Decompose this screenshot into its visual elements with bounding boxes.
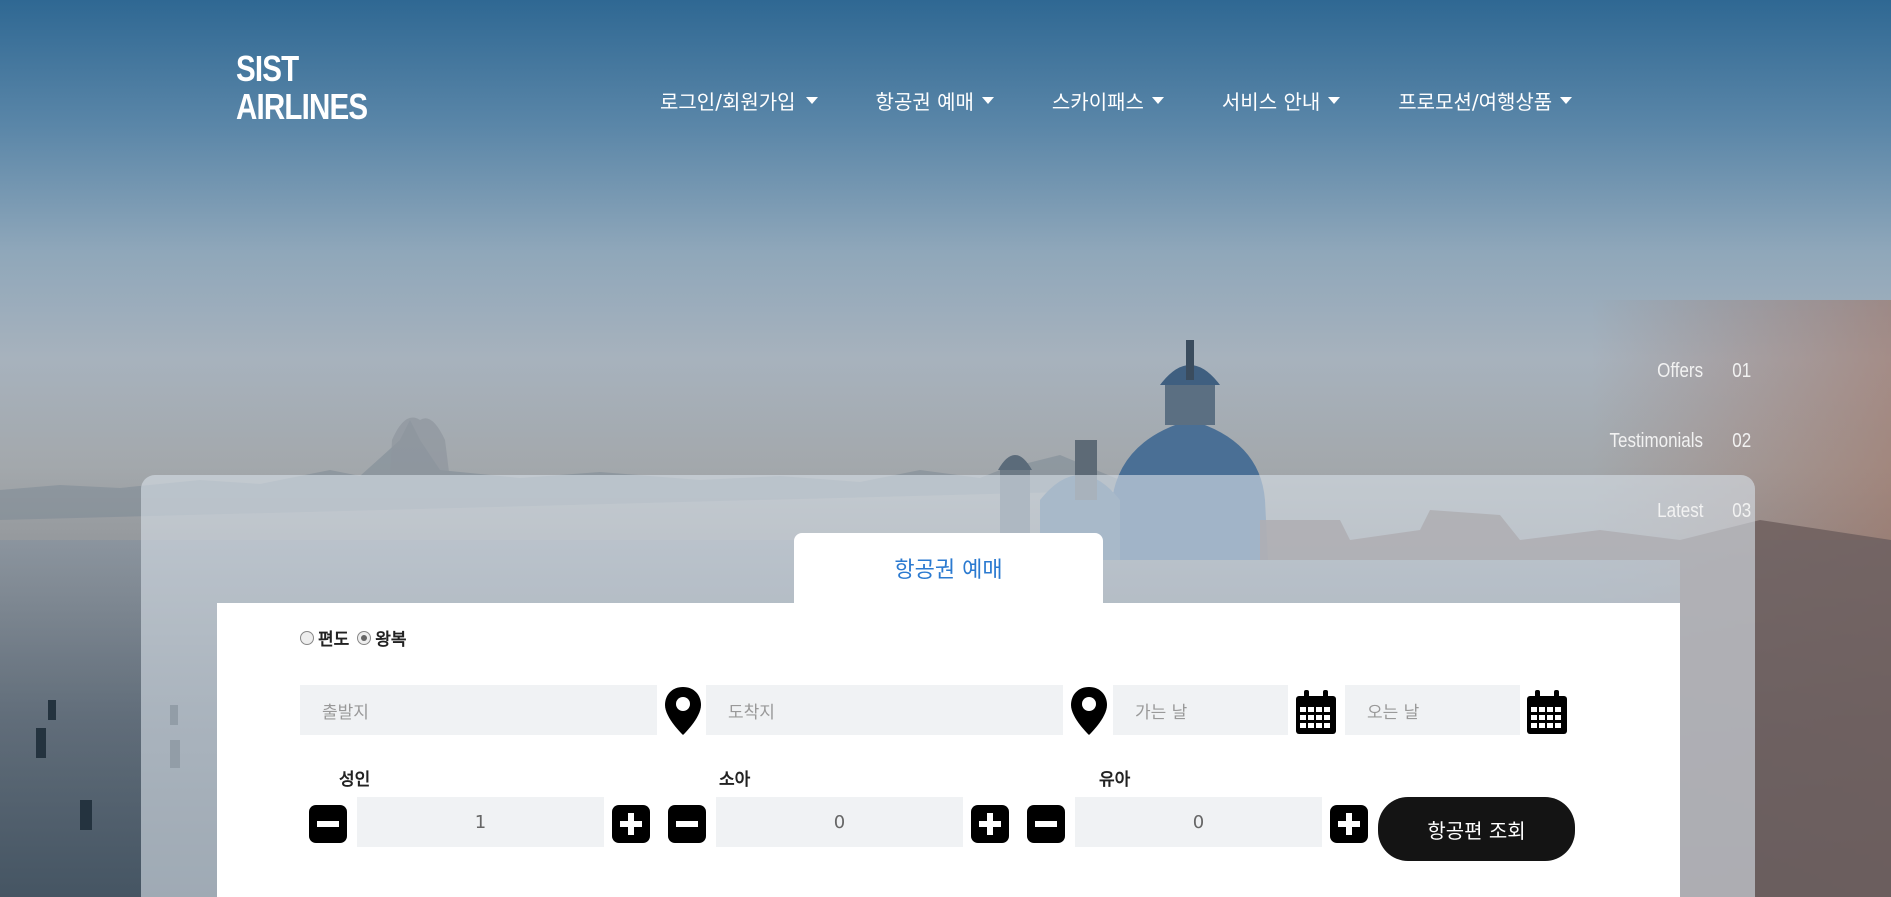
child-count[interactable]: 0 xyxy=(716,797,963,847)
child-minus-button[interactable] xyxy=(668,805,706,843)
round-trip-label: 왕복 xyxy=(375,630,407,650)
calendar-icon[interactable] xyxy=(1295,690,1337,736)
trip-type-selector: 편도 왕복 xyxy=(300,625,415,650)
brand-logo[interactable]: SIST AIRLINES xyxy=(236,48,368,127)
section-number: 01 xyxy=(1732,359,1752,382)
map-pin-icon[interactable] xyxy=(1069,685,1109,737)
nav-promotions[interactable]: 프로모션/여행상품 xyxy=(1398,86,1573,115)
depart-date-input[interactable]: 가는 날 xyxy=(1113,685,1288,735)
adult-plus-button[interactable] xyxy=(612,805,650,843)
caret-down-icon xyxy=(1560,97,1573,104)
caret-down-icon xyxy=(1328,97,1341,104)
main-nav: 로그인/회원가입 항공권 예매 스카이패스 서비스 안내 프로모션/여행상품 xyxy=(660,86,1573,115)
nav-login-signup[interactable]: 로그인/회원가입 xyxy=(660,86,818,115)
search-flights-button[interactable]: 항공편 조회 xyxy=(1378,797,1575,861)
section-link-offers[interactable]: Offers 01 xyxy=(1593,336,1751,406)
section-link-latest[interactable]: Latest 03 xyxy=(1593,476,1752,546)
booking-form: 편도 왕복 출발지 도착지 가는 날 오는 날 성인 소아 유아 1 0 0 항… xyxy=(217,603,1680,897)
caret-down-icon xyxy=(1151,97,1164,104)
section-label: Testimonials xyxy=(1609,429,1703,452)
nav-label: 스카이패스 xyxy=(1051,90,1144,114)
section-label: Offers xyxy=(1657,359,1703,382)
caret-down-icon xyxy=(981,97,994,104)
one-way-radio[interactable] xyxy=(300,630,314,645)
section-indicator: Offers 01 Testimonials 02 Latest 03 xyxy=(1593,336,1751,546)
nav-label: 항공권 예매 xyxy=(875,90,974,114)
caret-down-icon xyxy=(805,97,818,104)
brand-line-1: SIST xyxy=(236,48,299,89)
round-trip-radio[interactable] xyxy=(357,630,372,645)
adult-label: 성인 xyxy=(339,770,371,790)
adult-minus-button[interactable] xyxy=(309,805,347,843)
nav-label: 서비스 안내 xyxy=(1221,90,1321,114)
adult-count[interactable]: 1 xyxy=(357,797,604,847)
calendar-icon[interactable] xyxy=(1526,690,1568,736)
child-plus-button[interactable] xyxy=(971,805,1009,843)
nav-skypass[interactable]: 스카이패스 xyxy=(1052,86,1164,115)
nav-service-info[interactable]: 서비스 안내 xyxy=(1221,86,1341,115)
destination-input[interactable]: 도착지 xyxy=(706,685,1063,735)
return-date-input[interactable]: 오는 날 xyxy=(1345,685,1520,735)
origin-input[interactable]: 출발지 xyxy=(300,685,657,735)
child-label: 소아 xyxy=(719,770,751,790)
map-pin-icon[interactable] xyxy=(663,685,703,737)
brand-line-2: AIRLINES xyxy=(236,86,368,127)
section-number: 02 xyxy=(1732,429,1752,452)
nav-label: 로그인/회원가입 xyxy=(660,90,796,114)
section-label: Latest xyxy=(1656,499,1703,522)
nav-label: 프로모션/여행상품 xyxy=(1398,90,1553,114)
one-way-label: 편도 xyxy=(318,630,350,650)
infant-count[interactable]: 0 xyxy=(1075,797,1322,847)
tab-ticket-booking[interactable]: 항공권 예매 xyxy=(794,533,1103,603)
section-number: 03 xyxy=(1732,499,1752,522)
section-link-testimonials[interactable]: Testimonials 02 xyxy=(1593,406,1751,476)
infant-label: 유아 xyxy=(1099,770,1131,790)
nav-ticket-booking[interactable]: 항공권 예매 xyxy=(876,86,994,115)
infant-minus-button[interactable] xyxy=(1027,805,1065,843)
infant-plus-button[interactable] xyxy=(1330,805,1368,843)
